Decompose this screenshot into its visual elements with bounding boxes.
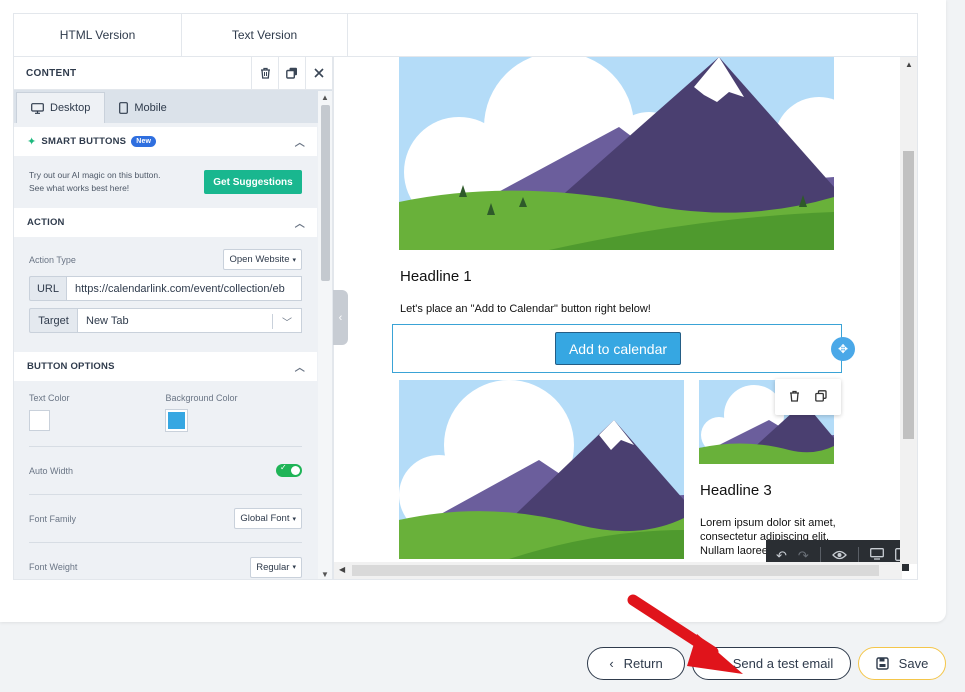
- panel-title: CONTENT: [26, 67, 77, 79]
- preview-horizontal-thumb[interactable]: [352, 565, 879, 576]
- smart-text-line2: See what works best here!: [29, 183, 130, 193]
- email-preview: Headline 1 Let's place an "Add to Calend…: [333, 56, 918, 580]
- content-panel: CONTENT Desktop Mobile ✦ SMART BUTTONS N…: [13, 56, 333, 580]
- preview-vertical-thumb[interactable]: [903, 151, 914, 439]
- device-mobile-tab[interactable]: Mobile: [105, 92, 180, 123]
- font-family-value: Global Font: [240, 513, 290, 524]
- panel-scrollbar[interactable]: ▲ ▼: [318, 91, 332, 579]
- background-color-swatch[interactable]: [164, 409, 188, 432]
- collapse-panel-handle[interactable]: ‹: [333, 290, 348, 345]
- action-title: ACTION: [27, 217, 65, 228]
- save-icon: [875, 657, 889, 670]
- text-color-swatch[interactable]: [29, 410, 50, 431]
- caret-down-icon: ▾: [292, 256, 296, 264]
- close-icon[interactable]: [305, 57, 332, 90]
- section-button-options[interactable]: BUTTON OPTIONS ︿: [14, 352, 317, 381]
- button-options-title: BUTTON OPTIONS: [27, 361, 115, 372]
- headline-3[interactable]: Headline 3: [700, 482, 772, 499]
- auto-width-label: Auto Width: [29, 465, 74, 476]
- scroll-up-arrow-icon[interactable]: ▲: [321, 93, 329, 102]
- mountain-image-top[interactable]: [399, 57, 834, 250]
- font-family-select[interactable]: Global Font ▾: [234, 508, 302, 529]
- font-family-label: Font Family: [29, 513, 77, 524]
- smart-buttons-title: SMART BUTTONS: [41, 136, 127, 147]
- scroll-up-arrow-icon[interactable]: ▲: [905, 60, 913, 69]
- target-select[interactable]: New Tab ﹀: [77, 308, 302, 333]
- font-weight-label: Font Weight: [29, 562, 78, 572]
- auto-width-toggle[interactable]: ✓: [276, 463, 302, 477]
- scroll-down-arrow-icon[interactable]: ▼: [321, 570, 329, 579]
- caret-down-icon: ▾: [292, 564, 296, 571]
- url-input[interactable]: https://calendarlink.com/event/collectio…: [66, 276, 302, 301]
- smart-buttons-body: Try out our AI magic on this button. See…: [14, 156, 317, 208]
- get-suggestions-button[interactable]: Get Suggestions: [204, 170, 302, 194]
- font-weight-value: Regular: [256, 561, 290, 573]
- desktop-icon[interactable]: [869, 548, 884, 563]
- section-action[interactable]: ACTION ︿: [14, 208, 317, 237]
- new-badge: New: [131, 136, 157, 147]
- device-mobile-label: Mobile: [134, 101, 167, 114]
- lorem-line1: Lorem ipsum dolor sit amet,: [700, 517, 836, 529]
- copy-icon[interactable]: [278, 57, 305, 90]
- mountain-image-bottom-left[interactable]: [399, 380, 684, 559]
- paragraph-1[interactable]: Let's place an "Add to Calendar" button …: [400, 303, 651, 315]
- desktop-icon: [31, 102, 44, 114]
- move-icon[interactable]: ✥: [831, 337, 855, 361]
- trash-icon[interactable]: [251, 57, 278, 90]
- block-toolbar: [775, 379, 841, 415]
- target-value: New Tab: [86, 314, 129, 327]
- text-color-label: Text Color: [29, 393, 70, 403]
- preview-vertical-scrollbar[interactable]: ▲: [900, 57, 917, 564]
- button-options-body: Text Color Background Color Auto Width ✓…: [14, 381, 317, 579]
- chevron-up-icon[interactable]: ︿: [295, 359, 305, 374]
- chevron-down-icon: ﹀: [282, 318, 292, 329]
- chevron-left-icon: ‹: [338, 311, 343, 324]
- button-block-selected[interactable]: Add to calendar: [392, 324, 842, 373]
- font-weight-select[interactable]: Regular ▾: [250, 556, 302, 578]
- chevron-left-icon: ‹: [609, 656, 614, 671]
- annotation-arrow-icon: [627, 594, 743, 674]
- eye-icon[interactable]: [831, 548, 847, 563]
- add-to-calendar-button[interactable]: Add to calendar: [555, 332, 681, 365]
- device-desktop-tab[interactable]: Desktop: [16, 92, 106, 123]
- section-smart-buttons[interactable]: ✦ SMART BUTTONS New ︿: [14, 127, 317, 156]
- smart-text-line1: Try out our AI magic on this button.: [29, 170, 161, 180]
- sparkle-icon: ✦: [27, 136, 37, 148]
- settings-scroll-area: ✦ SMART BUTTONS New ︿ Try out our AI mag…: [14, 123, 317, 579]
- trash-icon[interactable]: [789, 390, 800, 405]
- panel-scrollbar-thumb[interactable]: [321, 105, 330, 281]
- save-button[interactable]: Save: [858, 647, 946, 680]
- save-label: Save: [898, 656, 929, 671]
- tab-html-version[interactable]: HTML Version: [14, 14, 182, 56]
- action-type-label: Action Type: [29, 254, 76, 265]
- smart-buttons-text: Try out our AI magic on this button. See…: [29, 169, 204, 195]
- action-body: Action Type Open Website ▾ URL https://c…: [14, 237, 317, 333]
- device-desktop-label: Desktop: [50, 102, 91, 114]
- target-label: Target: [29, 308, 77, 333]
- headline-1[interactable]: Headline 1: [400, 268, 472, 285]
- version-tabs: HTML Version Text Version: [13, 13, 918, 56]
- url-label: URL: [29, 276, 66, 301]
- chevron-up-icon[interactable]: ︿: [295, 215, 305, 230]
- target-input-group: Target New Tab ﹀: [29, 308, 302, 333]
- panel-header: CONTENT: [14, 57, 332, 90]
- editor-card: HTML Version Text Version CONTENT Deskto…: [0, 0, 946, 622]
- copy-icon[interactable]: [815, 389, 827, 405]
- preview-horizontal-scrollbar[interactable]: ◀: [334, 562, 902, 579]
- url-input-group: URL https://calendarlink.com/event/colle…: [29, 276, 302, 301]
- action-type-select[interactable]: Open Website ▾: [223, 249, 302, 270]
- caret-down-icon: ▾: [292, 515, 296, 523]
- action-type-value: Open Website: [229, 254, 290, 265]
- background-color-label: Background Color: [165, 393, 238, 403]
- mobile-icon: [119, 101, 129, 114]
- device-toggle: Desktop Mobile: [14, 90, 332, 123]
- tab-text-version[interactable]: Text Version: [182, 14, 348, 56]
- scroll-left-arrow-icon[interactable]: ◀: [339, 565, 345, 574]
- chevron-up-icon[interactable]: ︿: [295, 134, 305, 149]
